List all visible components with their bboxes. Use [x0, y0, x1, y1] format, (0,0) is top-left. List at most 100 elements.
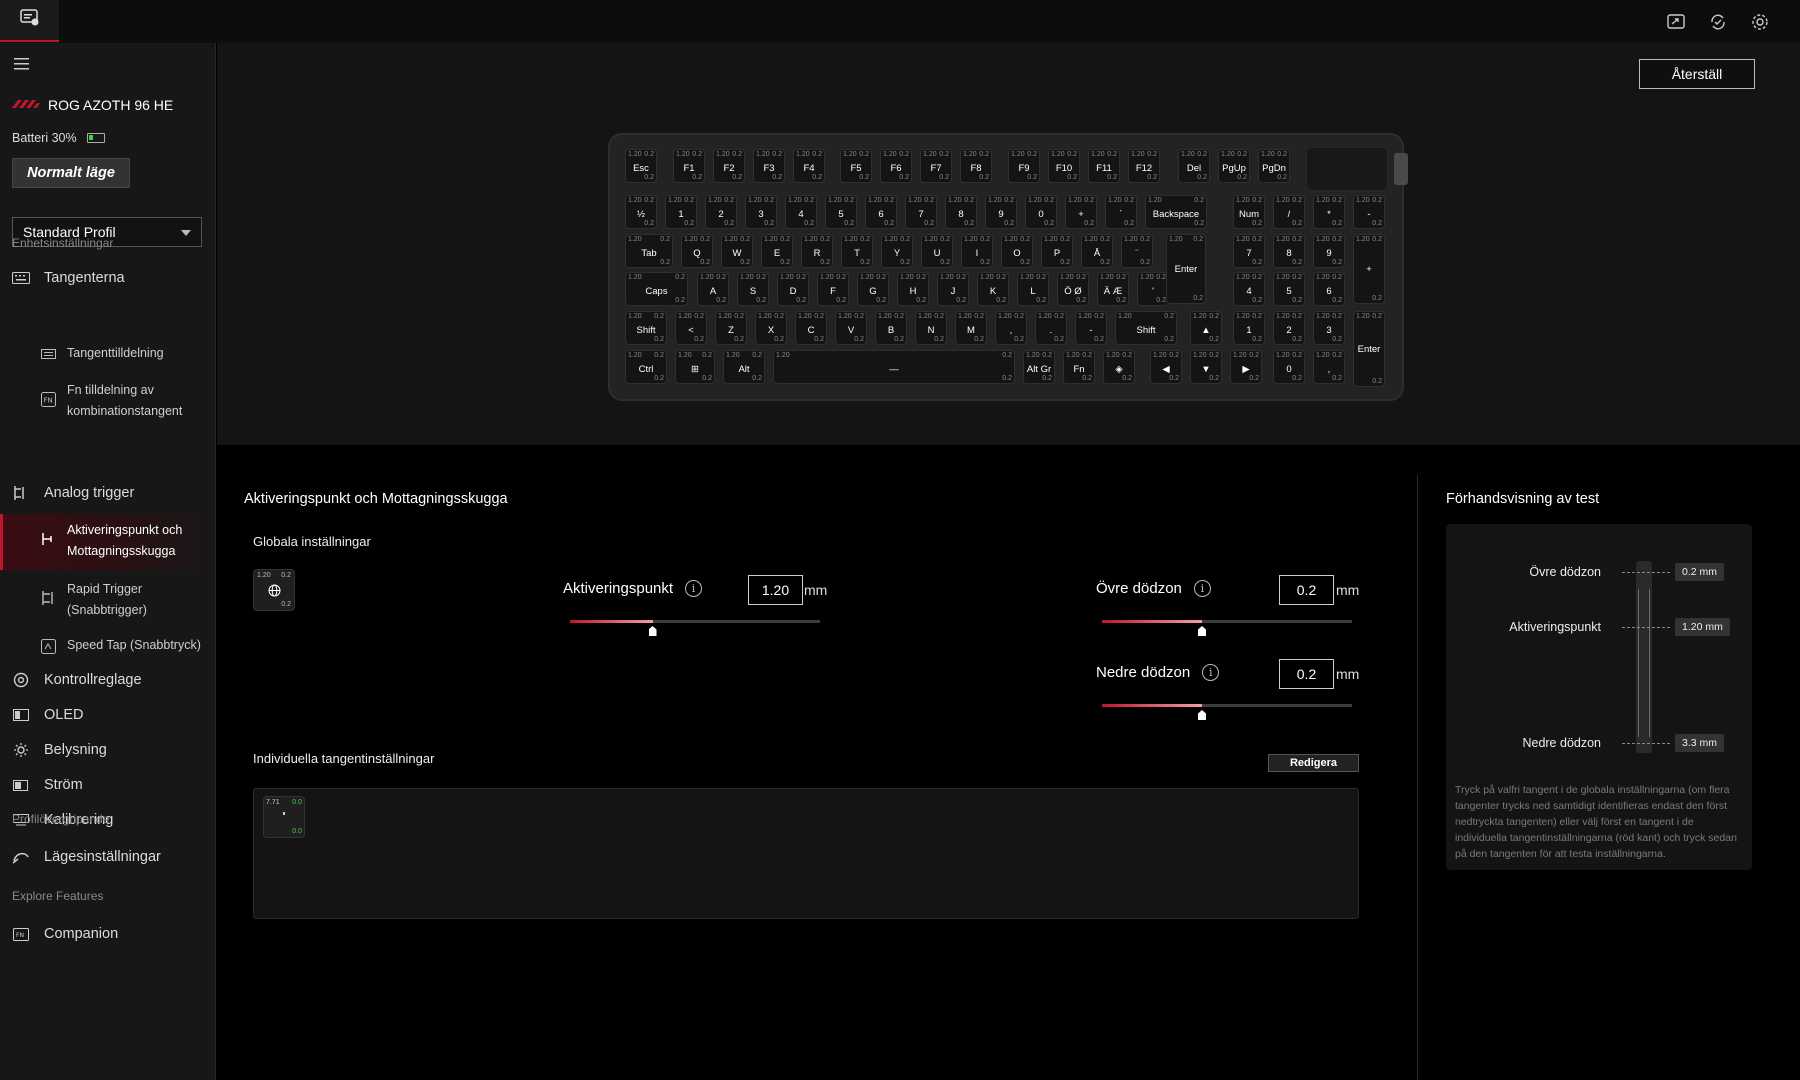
- keycap[interactable]: 1.20 0.2 +0.2: [1065, 195, 1097, 229]
- keycap[interactable]: 1.20 0.2 ◀ 0.2: [1150, 350, 1182, 384]
- nav-controls[interactable]: Kontrollreglage: [0, 670, 215, 690]
- keycap[interactable]: 1.20 0.2 Q 0.2: [681, 234, 713, 268]
- keycap[interactable]: 1.20 0.2 Z 0.2: [715, 311, 747, 345]
- keycap[interactable]: 1.20 0.2 0 0.2: [1273, 350, 1305, 384]
- keycap[interactable]: 1.20 0.2 P 0.2: [1041, 234, 1073, 268]
- nav-analog-trigger[interactable]: Analog trigger: [0, 483, 215, 503]
- keycap[interactable]: 1.20 0.2 F1 0.2: [673, 149, 705, 183]
- keycap[interactable]: 1.20 0.2 U 0.2: [921, 234, 953, 268]
- app-home-button[interactable]: [0, 0, 59, 42]
- lower-deadzone-input[interactable]: 0.2: [1279, 659, 1334, 689]
- info-icon[interactable]: i: [685, 580, 703, 597]
- nav-speed-tap[interactable]: Speed Tap (Snabbtryck): [0, 635, 215, 659]
- keycap[interactable]: 1.20 0.2 A 0.2: [697, 272, 729, 306]
- nav-fn-assignment[interactable]: FN Fn tilldelning av kombinationstangent: [0, 380, 215, 424]
- keycap[interactable]: 1.20 0.2 Tab 0.2: [625, 234, 673, 268]
- keycap[interactable]: 1.20 0.2 M 0.2: [955, 311, 987, 345]
- keycap[interactable]: 1.20 0.2, 0.2: [995, 311, 1027, 345]
- screen-capture-icon[interactable]: [1664, 10, 1688, 34]
- keycap[interactable]: 1.20 0.2 Caps 0.2: [625, 272, 688, 306]
- keycap[interactable]: 1.20 0.2 6 0.2: [1313, 272, 1345, 306]
- keycap[interactable]: 1.20 0.2-0.2: [1353, 195, 1385, 229]
- keycap[interactable]: 1.20 0.2 4 0.2: [785, 195, 817, 229]
- keycap[interactable]: 1.20 0.2 7 0.2: [905, 195, 937, 229]
- keycap[interactable]: 1.20 0.2 Alt Gr 0.2: [1023, 350, 1055, 384]
- keycap[interactable]: 1.20 0.2 F5 0.2: [840, 149, 872, 183]
- keycap[interactable]: 1.20 0.2. 0.2: [1035, 311, 1067, 345]
- keycap[interactable]: 1.20 0.2 5 0.2: [825, 195, 857, 229]
- keycap[interactable]: 1.20 0.2 F6 0.2: [880, 149, 912, 183]
- keycap[interactable]: 1.20 0.2 Num 0.2: [1233, 195, 1265, 229]
- keycap[interactable]: 1.20 0.2 +0.2: [1353, 234, 1385, 304]
- keycap[interactable]: 1.20 0.2 K 0.2: [977, 272, 1009, 306]
- keycap[interactable]: 1.20 0.2 Ä Æ 0.2: [1097, 272, 1129, 306]
- keycap[interactable]: 1.20 0.2 ¨ 0.2: [1121, 234, 1153, 268]
- keycap[interactable]: 1.20 0.2 Enter 0.2: [1166, 234, 1206, 304]
- keycap[interactable]: 1.20 0.2 F12 0.2: [1128, 149, 1160, 183]
- keycap[interactable]: 1.20 0.2 Del 0.2: [1178, 149, 1210, 183]
- keycap[interactable]: 1.20 0.2 F9 0.2: [1008, 149, 1040, 183]
- keycap[interactable]: 1.20 0.2 S 0.2: [737, 272, 769, 306]
- info-icon[interactable]: i: [1193, 580, 1211, 597]
- keycap[interactable]: 1.20 0.2 F2 0.2: [713, 149, 745, 183]
- keycap[interactable]: 1.20 0.2 9 0.2: [985, 195, 1017, 229]
- keycap[interactable]: 1.20 0.2 ½ 0.2: [625, 195, 657, 229]
- keycap[interactable]: 1.20 0.2 ▲ 0.2: [1190, 311, 1222, 345]
- keycap[interactable]: 1.20 0.2 PgUp 0.2: [1218, 149, 1250, 183]
- keycap[interactable]: 1.20 0.2 C 0.2: [795, 311, 827, 345]
- keycap[interactable]: 1.20 0.2 V 0.2: [835, 311, 867, 345]
- global-key-preview[interactable]: 1.20 0.2 0.2: [253, 569, 295, 611]
- keyboard-knob[interactable]: [1394, 153, 1408, 185]
- keycap[interactable]: 1.20 0.2 W 0.2: [721, 234, 753, 268]
- keycap[interactable]: 1.20 0.2/0.2: [1273, 195, 1305, 229]
- nav-oled[interactable]: OLED: [0, 705, 215, 725]
- keycap[interactable]: 1.20 0.2 G 0.2: [857, 272, 889, 306]
- nav-keys[interactable]: Tangenterna: [0, 268, 215, 288]
- keycap[interactable]: 1.20 0.2 Y 0.2: [881, 234, 913, 268]
- info-icon[interactable]: i: [1202, 664, 1220, 681]
- keycap[interactable]: 1.20 0.2 Backspace 0.2: [1145, 195, 1207, 229]
- settings-icon[interactable]: [1748, 10, 1772, 34]
- keycap[interactable]: 1.20 0.2 * 0.2: [1313, 195, 1345, 229]
- keycap[interactable]: 1.20 0.2 X 0.2: [755, 311, 787, 345]
- keycap[interactable]: 1.20 0.2 H 0.2: [897, 272, 929, 306]
- keycap[interactable]: 1.20 0.2 ´ 0.2: [1105, 195, 1137, 229]
- keycap[interactable]: 1.20 0.2 Shift 0.2: [1115, 311, 1177, 345]
- keycap[interactable]: 1.20 0.2 F4 0.2: [793, 149, 825, 183]
- individual-key[interactable]: 7.71 0.0 0.0: [263, 796, 305, 838]
- nav-power[interactable]: Ström: [0, 775, 215, 795]
- keycap[interactable]: 1.20 0.2 F7 0.2: [920, 149, 952, 183]
- keycap[interactable]: 1.20 0.2 O 0.2: [1001, 234, 1033, 268]
- keycap[interactable]: 1.20 0.2 J 0.2: [937, 272, 969, 306]
- keycap[interactable]: 1.20 0.2 Ctrl 0.2: [625, 350, 667, 384]
- nav-lighting[interactable]: Belysning: [0, 740, 215, 760]
- keycap[interactable]: 1.20 0.2-0.2: [1075, 311, 1107, 345]
- keycap[interactable]: 1.20 0.2 F11 0.2: [1088, 149, 1120, 183]
- keycap[interactable]: 1.20 0.2 F 0.2: [817, 272, 849, 306]
- lower-deadzone-slider[interactable]: [1102, 704, 1352, 720]
- mode-button[interactable]: Normalt läge: [12, 158, 130, 188]
- keycap[interactable]: 1.20 0.2 L 0.2: [1017, 272, 1049, 306]
- keycap[interactable]: 1.20 0.2 7 0.2: [1233, 234, 1265, 268]
- upper-deadzone-slider[interactable]: [1102, 620, 1352, 636]
- keycap[interactable]: 1.20 0.2 8 0.2: [945, 195, 977, 229]
- nav-rapid-trigger[interactable]: Rapid Trigger (Snabbtrigger): [0, 579, 215, 623]
- actuation-input[interactable]: 1.20: [748, 575, 803, 605]
- keycap[interactable]: 1.20 0.2 3 0.2: [1313, 311, 1345, 345]
- keycap[interactable]: 1.20 0.2 ⊞ 0.2: [675, 350, 715, 384]
- actuation-slider[interactable]: [570, 620, 820, 636]
- keycap[interactable]: 1.20 0.2 6 0.2: [865, 195, 897, 229]
- nav-actuation-point[interactable]: Aktiveringspunkt och Mottagningsskugga: [0, 514, 215, 570]
- sync-icon[interactable]: [1706, 10, 1730, 34]
- keycap[interactable]: 1.20 0.2 Esc 0.2: [625, 149, 657, 183]
- edit-button[interactable]: Redigera: [1268, 754, 1359, 772]
- upper-deadzone-input[interactable]: 0.2: [1279, 575, 1334, 605]
- keycap[interactable]: 1.20 0.2 2 0.2: [1273, 311, 1305, 345]
- keycap[interactable]: 1.20 0.2 N 0.2: [915, 311, 947, 345]
- keycap[interactable]: 1.20 0.2 R 0.2: [801, 234, 833, 268]
- keycap[interactable]: 1.20 0.2 B 0.2: [875, 311, 907, 345]
- reset-button[interactable]: Återställ: [1639, 59, 1755, 89]
- keycap[interactable]: 1.20 0.2, 0.2: [1313, 350, 1345, 384]
- keycap[interactable]: 1.20 0.2 Å 0.2: [1081, 234, 1113, 268]
- keycap[interactable]: 1.20 0.2 E 0.2: [761, 234, 793, 268]
